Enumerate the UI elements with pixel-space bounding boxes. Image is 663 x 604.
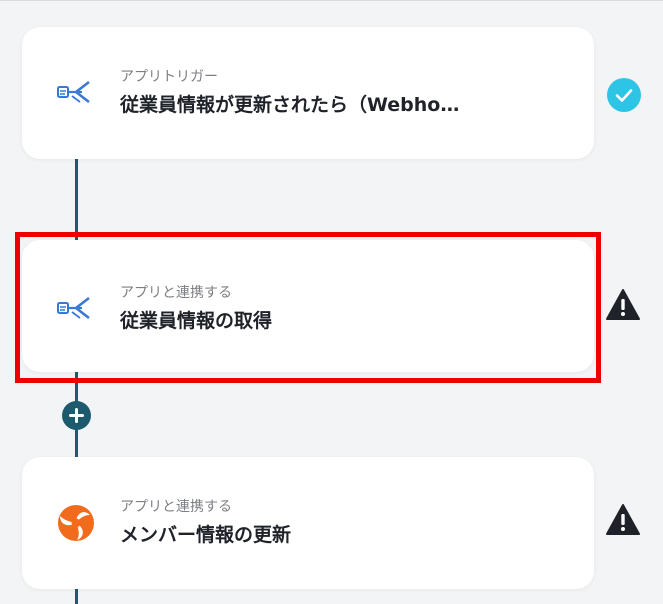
step-type-label: アプリと連携する	[120, 285, 232, 301]
add-step-button[interactable]	[62, 401, 91, 430]
step-title: 従業員情報の取得	[120, 310, 273, 332]
step-title: 従業員情報が更新されたら（Webho…	[120, 94, 460, 116]
step-type-label: アプリと連携する	[120, 499, 232, 515]
warning-triangle-icon	[605, 287, 641, 323]
smarthr-logo-icon	[56, 290, 96, 330]
check-circle-icon	[606, 77, 642, 113]
flow-connector	[75, 158, 78, 241]
flow-step-update-member[interactable]: アプリと連携する メンバー情報の更新	[22, 457, 594, 589]
flow-step-get-employee[interactable]: アプリと連携する 従業員情報の取得	[22, 240, 594, 372]
smarthr-logo-icon	[56, 74, 96, 114]
step-type-label: アプリトリガー	[120, 69, 218, 85]
warning-triangle-icon	[605, 502, 641, 538]
flow-step-trigger[interactable]: アプリトリガー 従業員情報が更新されたら（Webho…	[22, 27, 594, 159]
orange-swirl-app-icon	[56, 503, 96, 543]
top-divider	[0, 0, 663, 1]
step-title: メンバー情報の更新	[120, 524, 292, 546]
plus-icon	[69, 408, 84, 423]
